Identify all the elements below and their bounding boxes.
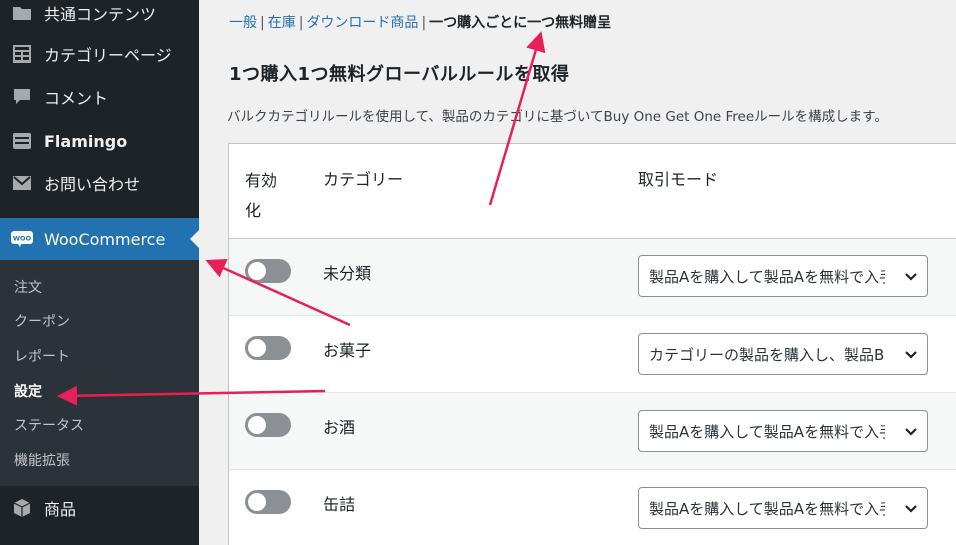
tab-separator: | — [260, 15, 265, 31]
tab-inventory[interactable]: 在庫 — [268, 15, 296, 31]
sidebar-item-label: お問い合わせ — [44, 175, 141, 194]
sidebar-item-category-page[interactable]: カテゴリーページ — [0, 33, 199, 75]
mode-select-value: 製品Aを購入して製品Aを無料で入手 — [649, 422, 885, 441]
mode-select[interactable]: 製品Aを購入して製品Aを無料で入手 — [638, 487, 928, 529]
header-enable-line2: 化 — [245, 201, 262, 220]
table-row: お菓子 カテゴリーの製品を購入し、製品Bを無料で入手 — [229, 316, 956, 393]
enable-toggle[interactable] — [245, 490, 291, 514]
mode-select-value: 製品Aを購入して製品Aを無料で入手 — [649, 499, 885, 518]
section-tabs: 一般 | 在庫 | ダウンロード商品 | 一つ購入ごとに一つ無料贈呈 — [229, 12, 611, 32]
enable-toggle[interactable] — [245, 336, 291, 360]
sidebar-item-label: Flamingo — [44, 131, 128, 151]
tab-general[interactable]: 一般 — [229, 15, 257, 31]
header-enable: 有効 化 — [245, 166, 277, 226]
table-row: 未分類 製品Aを購入して製品Aを無料で入手 — [229, 239, 956, 316]
tab-separator: | — [421, 15, 427, 31]
woo-icon: WOO — [10, 229, 34, 249]
grid-icon — [10, 44, 34, 64]
sidebar-item-contact[interactable]: お問い合わせ — [0, 162, 199, 204]
admin-sidebar: 共通コンテンツ カテゴリーページ コメント Flamingo お問い合わせ WO… — [0, 0, 199, 545]
submenu-item-status[interactable]: ステータス — [14, 415, 84, 435]
woo-icon-text: WOO — [13, 235, 32, 243]
chevron-down-icon — [905, 273, 917, 281]
sidebar-item-label: 商品 — [44, 500, 77, 519]
submenu-item-orders[interactable]: 注文 — [14, 277, 42, 297]
enable-toggle[interactable] — [245, 259, 291, 283]
sidebar-item-flamingo[interactable]: Flamingo — [0, 120, 199, 162]
sidebar-item-label: 共通コンテンツ — [44, 5, 157, 24]
table-header: 有効 化 カテゴリー 取引モード — [229, 144, 956, 239]
submenu-item-extensions[interactable]: 機能拡張 — [14, 450, 70, 470]
sidebar-item-woocommerce[interactable]: WOO WooCommerce — [0, 218, 199, 260]
category-rules-table: 有効 化 カテゴリー 取引モード 未分類 製品Aを購入して製品Aを無料で入手 お… — [228, 143, 956, 545]
mode-select[interactable]: 製品Aを購入して製品Aを無料で入手 — [638, 410, 928, 452]
chevron-down-icon — [905, 428, 917, 436]
comment-icon — [10, 87, 34, 107]
sidebar-item-label: コメント — [44, 89, 109, 108]
chevron-down-icon — [905, 505, 917, 513]
sidebar-item-common-content[interactable]: 共通コンテンツ — [0, 0, 199, 34]
table-row: お酒 製品Aを購入して製品Aを無料で入手 — [229, 393, 956, 470]
header-mode: 取引モード — [638, 170, 719, 189]
chevron-down-icon — [905, 351, 917, 359]
tab-separator: | — [298, 15, 304, 31]
header-enable-line1: 有効 — [245, 171, 278, 190]
enable-toggle[interactable] — [245, 413, 291, 437]
category-name: 缶詰 — [323, 495, 356, 514]
woocommerce-submenu: 注文 クーポン レポート 設定 ステータス 機能拡張 — [0, 260, 199, 486]
submenu-item-coupons[interactable]: クーポン — [14, 311, 70, 331]
page-description: バルクカテゴリルールを使用して、製品のカテゴリに基づいてBuy One Get … — [227, 109, 888, 125]
mode-select-value: 製品Aを購入して製品Aを無料で入手 — [649, 267, 885, 286]
sidebar-item-products[interactable]: 商品 — [0, 487, 199, 529]
table-row: 缶詰 製品Aを購入して製品Aを無料で入手 — [229, 470, 956, 545]
tab-downloads[interactable]: ダウンロード商品 — [306, 15, 418, 31]
product-icon — [10, 498, 34, 518]
main-content: 一般 | 在庫 | ダウンロード商品 | 一つ購入ごとに一つ無料贈呈 1つ購入1つ無料グロー… — [199, 0, 956, 545]
tab-bogo-current[interactable]: 一つ購入ごとに一つ無料贈呈 — [429, 15, 611, 31]
sidebar-item-label: WooCommerce — [44, 229, 166, 249]
mode-select[interactable]: 製品Aを購入して製品Aを無料で入手 — [638, 255, 928, 297]
folder-icon — [10, 3, 34, 23]
sidebar-item-comments[interactable]: コメント — [0, 76, 199, 118]
flamingo-icon — [10, 131, 34, 151]
mode-select-value: カテゴリーの製品を購入し、製品Bを無料で入手 — [649, 345, 885, 364]
category-name: 未分類 — [323, 264, 372, 283]
submenu-item-reports[interactable]: レポート — [14, 346, 70, 366]
mode-select[interactable]: カテゴリーの製品を購入し、製品Bを無料で入手 — [638, 333, 928, 375]
mail-icon — [10, 173, 34, 193]
submenu-item-settings[interactable]: 設定 — [14, 381, 42, 401]
active-indicator — [190, 230, 199, 248]
category-name: お酒 — [323, 418, 356, 437]
category-name: お菓子 — [323, 341, 372, 360]
header-category: カテゴリー — [323, 170, 404, 189]
page-title: 1つ購入1つ無料グローバルルールを取得 — [229, 64, 570, 85]
sidebar-item-label: カテゴリーページ — [44, 46, 172, 65]
